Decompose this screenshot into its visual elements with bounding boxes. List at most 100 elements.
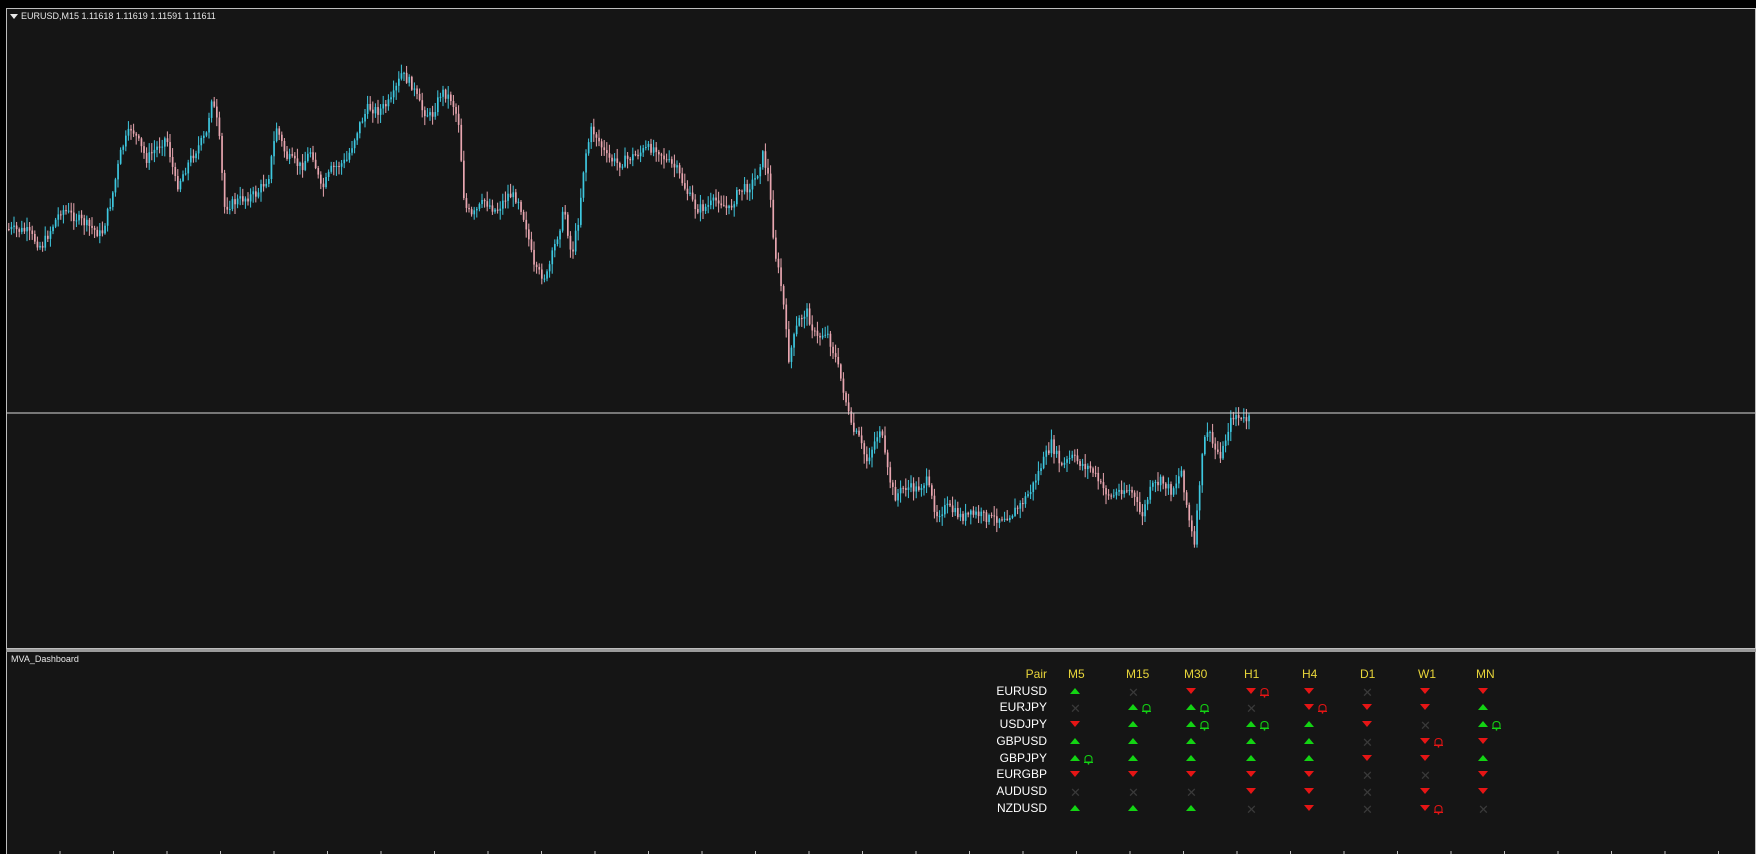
candle [567,212,569,239]
down-arrow-icon [1304,771,1314,778]
candle [403,71,405,81]
pair-label: GBPJPY [999,750,1047,765]
candle [101,221,104,237]
candle [309,147,312,158]
candle [1211,423,1214,448]
candle [223,169,226,214]
candle [1133,490,1136,506]
candle [125,130,127,152]
header-h1: H1 [1244,667,1260,681]
candle [351,140,353,156]
signal-cell [1128,737,1142,748]
candle [174,162,177,182]
up-arrow-icon [1128,804,1138,811]
candle [491,199,494,215]
candle [218,111,221,140]
candle [1128,484,1131,496]
candle [907,479,910,499]
up-arrow-icon [1304,721,1314,728]
signal-cell [1304,787,1318,798]
price-chart-window[interactable]: EURUSD,M15 1.11618 1.11619 1.11591 1.116… [6,8,1756,649]
candle [1235,407,1237,427]
signal-cell: ✕ [1362,784,1376,800]
candle [759,163,762,185]
candle [808,303,811,326]
candle [624,147,626,168]
candle [964,503,967,526]
candle [832,342,834,359]
mva-dashboard-window[interactable]: MVA_Dashboard Pair M5 M15 M30 H1 H4 D1 W1 MN EURU… [6,652,1756,854]
candle [1050,429,1053,458]
candle [777,252,780,274]
candle [712,194,715,210]
candle [1209,430,1211,442]
candle [1232,411,1235,425]
signal-cell [1420,754,1434,765]
candle [208,112,210,139]
candle [177,169,179,192]
candle [476,206,478,218]
candle [535,261,538,274]
candle [31,225,34,240]
candle [283,138,286,158]
candle [1066,455,1068,473]
candle [941,506,944,526]
no-signal-x-icon: ✕ [1362,784,1373,800]
candle [353,138,356,154]
candle [36,236,39,251]
alert-bell-icon [1083,752,1094,765]
up-arrow-icon [1186,754,1196,761]
candle [1032,481,1035,501]
candle [132,123,135,138]
candle [1029,484,1032,500]
candle [1248,412,1250,430]
candle [437,90,439,116]
candle [582,171,585,202]
candle [975,506,977,519]
signal-cell [1304,721,1318,731]
candle [494,207,496,214]
candle [52,224,54,235]
up-arrow-icon [1246,721,1256,728]
no-signal-x-icon: ✕ [1478,801,1489,817]
up-arrow-icon [1186,704,1196,711]
candle [762,150,764,170]
candle [130,124,132,140]
candle [387,94,390,111]
candle [18,227,21,238]
candle [88,217,91,236]
candle [390,91,392,103]
pair-label: AUDUSD [996,783,1047,798]
candle [416,85,418,100]
candle [156,141,158,158]
candle [73,203,75,230]
candle [879,426,881,443]
candlestick-chart[interactable] [7,9,1756,649]
candle [356,131,359,145]
candle [322,177,325,197]
indicator-title: MVA_Dashboard [11,654,79,664]
candle [754,168,756,186]
candle [1214,437,1217,460]
header-pair: Pair [1025,667,1047,681]
candle [434,103,437,120]
candle [1126,484,1128,494]
candle [1014,498,1016,517]
candle [452,95,455,116]
candle [676,160,678,174]
up-arrow-icon [1304,737,1314,744]
no-signal-x-icon: ✕ [1420,768,1431,784]
down-arrow-icon [1420,754,1430,761]
candle [273,131,275,165]
candle [606,142,608,163]
collapse-triangle-icon[interactable] [10,13,18,19]
candle [1165,482,1167,496]
down-arrow-icon [1128,771,1138,778]
candle [811,315,814,339]
candle [868,447,871,465]
candle [697,204,699,215]
up-arrow-icon [1186,737,1196,744]
candle [824,326,827,338]
candle [382,95,385,115]
candle [938,510,941,523]
